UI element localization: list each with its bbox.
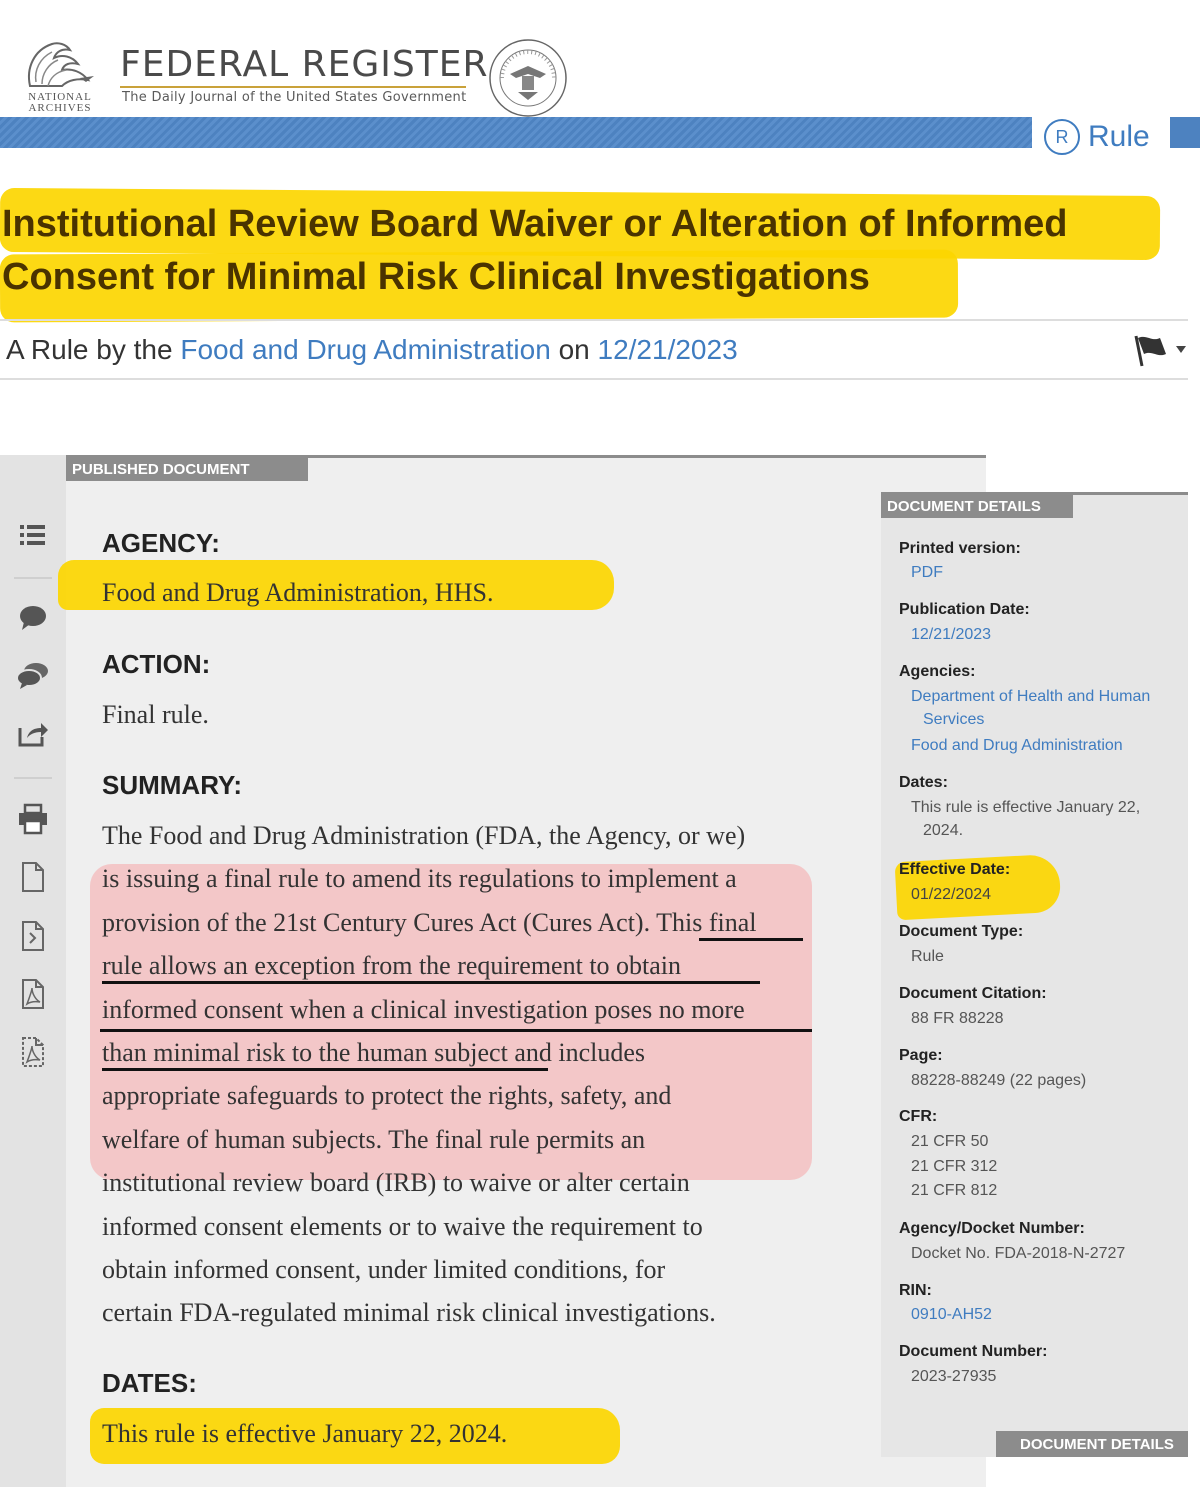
document-type-label: Rule (1088, 120, 1150, 153)
document-type-value: Rule (911, 948, 944, 965)
agency-hhs-line-1: Department of Health and Human (911, 688, 1151, 705)
site-title[interactable]: FEDERAL REGISTER (120, 44, 488, 85)
title-divider (0, 319, 1188, 321)
rule-r-icon: R (1044, 119, 1080, 155)
docket-value: Docket No. FDA-2018-N-2727 (911, 1245, 1126, 1262)
page-label: Page: (899, 1047, 943, 1064)
rin-label: RIN: (899, 1282, 932, 1299)
summary-line: welfare of human subjects. The final rul… (102, 1124, 646, 1154)
byline-on: on (558, 334, 590, 365)
summary-line: is issuing a final rule to amend its reg… (102, 864, 737, 894)
document-details-tab: DOCUMENT DETAILS (881, 495, 1073, 518)
pdf-dashed-icon[interactable] (14, 1034, 52, 1070)
pdf-link[interactable]: PDF (911, 564, 943, 582)
seal-icon (489, 39, 567, 117)
action-text: Final rule. (102, 700, 209, 729)
document-citation-value: 88 FR 88228 (911, 1010, 1004, 1027)
agency-fda-link[interactable]: Food and Drug Administration (911, 737, 1123, 755)
byline-date-link[interactable]: 12/21/2023 (598, 334, 738, 365)
effective-date-value: 01/22/2024 (911, 886, 992, 903)
agency-heading: AGENCY: (102, 528, 220, 558)
underline-mark (102, 981, 760, 984)
summary-line: informed consent when a clinical investi… (102, 994, 745, 1024)
summary-line: appropriate safeguards to protect the ri… (102, 1081, 672, 1111)
agencies-label: Agencies: (899, 663, 976, 680)
dates-text: This rule is effective January 22, 2024. (102, 1419, 508, 1448)
document-title-line-2: Consent for Minimal Risk Clinical Invest… (2, 256, 870, 298)
cfr-value: 21 CFR 50 (911, 1133, 989, 1150)
dates-value-line-1: This rule is effective January 22, (911, 799, 1141, 816)
byline-divider (0, 378, 1188, 380)
document-number-label: Document Number: (899, 1343, 1048, 1360)
dates-value-line-2: 2024. (923, 822, 964, 839)
comments-icon[interactable] (14, 658, 52, 694)
flag-icon (1134, 335, 1186, 367)
chevron-down-icon (1176, 346, 1186, 353)
eagle-icon (28, 42, 94, 87)
agency-hhs-link[interactable]: Department of Health and Human Services (911, 688, 1150, 729)
rin-link[interactable]: 0910-AH52 (911, 1306, 992, 1324)
table-of-contents-icon[interactable] (14, 517, 52, 553)
comment-icon[interactable] (14, 600, 52, 636)
national-archives-logo[interactable]: NATIONAL ARCHIVES (20, 38, 100, 116)
cfr-value: 21 CFR 812 (911, 1182, 998, 1199)
document-code-icon[interactable] (14, 918, 52, 954)
publication-date-link[interactable]: 12/21/2023 (911, 626, 991, 644)
document-type-tag: R Rule (1044, 118, 1150, 156)
summary-line: institutional review board (IRB) to waiv… (102, 1168, 690, 1198)
summary-text: The Food and Drug Administration (FDA, t… (102, 814, 822, 1335)
underline-mark (102, 1068, 548, 1071)
document-type-label: Document Type: (899, 923, 1024, 940)
summary-line: informed consent elements or to waive th… (102, 1211, 703, 1241)
document-citation-label: Document Citation: (899, 985, 1047, 1002)
agency-hhs-line-2: Services (923, 711, 985, 728)
rail-separator (14, 577, 52, 579)
cfr-label: CFR: (899, 1108, 938, 1125)
byline-prefix: A Rule by the (6, 334, 173, 365)
rail-separator (14, 777, 52, 779)
byline-agency-link[interactable]: Food and Drug Administration (180, 334, 550, 365)
header-blue-bar (0, 117, 1032, 148)
site-header: NATIONAL ARCHIVES FEDERAL REGISTER The D… (0, 0, 1200, 117)
effective-date-label: Effective Date: (899, 861, 1011, 878)
underline-mark (699, 938, 803, 941)
byline: A Rule by the Food and Drug Administrati… (6, 334, 738, 366)
document-title-line-1: Institutional Review Board Waiver or Alt… (2, 203, 1068, 245)
document-icon[interactable] (14, 859, 52, 895)
document-number-value: 2023-27935 (911, 1368, 997, 1385)
nara-seal-logo[interactable] (488, 38, 568, 118)
archives-line-2: ARCHIVES (28, 102, 92, 114)
pdf-icon[interactable] (14, 976, 52, 1012)
national-archives-text: NATIONAL ARCHIVES (20, 92, 100, 114)
dates-label: Dates: (899, 774, 948, 791)
underline-mark (100, 1029, 812, 1032)
cfr-value: 21 CFR 312 (911, 1158, 998, 1175)
printed-version-label: Printed version: (899, 540, 1021, 557)
action-heading: ACTION: (102, 649, 211, 679)
document-details-bottom-tab[interactable]: DOCUMENT DETAILS (996, 1431, 1188, 1457)
print-icon[interactable] (14, 801, 52, 837)
document-title: Institutional Review Board Waiver or Alt… (2, 198, 1182, 304)
dates-heading: DATES: (102, 1368, 197, 1398)
docket-label: Agency/Docket Number: (899, 1220, 1085, 1237)
dates-value: This rule is effective January 22, 2024. (911, 799, 1140, 840)
summary-line: obtain informed consent, under limited c… (102, 1254, 666, 1284)
agency-text: Food and Drug Administration, HHS. (102, 578, 494, 607)
page-value: 88228-88249 (22 pages) (911, 1072, 1087, 1089)
flag-menu-button[interactable] (1130, 332, 1190, 368)
summary-line: The Food and Drug Administration (FDA, t… (102, 821, 746, 850)
share-icon[interactable] (14, 716, 52, 752)
publication-date-label: Publication Date: (899, 601, 1030, 618)
site-subtitle: The Daily Journal of the United States G… (122, 90, 467, 105)
summary-line: certain FDA-regulated minimal risk clini… (102, 1298, 716, 1328)
header-blue-bar-end (1170, 117, 1200, 148)
summary-heading: SUMMARY: (102, 770, 243, 800)
published-document-tab: PUBLISHED DOCUMENT (66, 458, 308, 481)
title-underline (120, 86, 466, 88)
